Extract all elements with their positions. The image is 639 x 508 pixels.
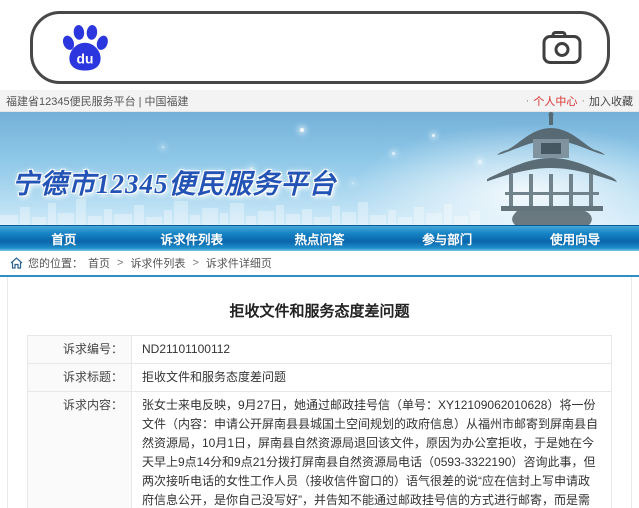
baidu-paw-icon: du	[59, 22, 111, 74]
banner: 宁德市12345便民服务平台	[0, 112, 639, 225]
row-request-title: 诉求标题： 拒收文件和服务态度差问题	[28, 364, 612, 392]
topbar: 福建省12345便民服务平台 | 中国福建 · 个人中心 · 加入收藏	[0, 90, 639, 112]
pavilion-icon	[487, 112, 617, 225]
nav-item-home[interactable]: 首页	[0, 226, 128, 251]
banner-title: 宁德市12345便民服务平台	[12, 162, 337, 201]
topbar-links: · 个人中心 · 加入收藏	[524, 93, 633, 109]
sparkle-icon	[300, 128, 304, 132]
search-input[interactable]	[111, 28, 541, 68]
field-label-request-title: 诉求标题：	[28, 364, 132, 392]
camera-icon[interactable]	[541, 30, 583, 66]
detail-table: 诉求编号： ND21101100112 诉求标题： 拒收文件和服务态度差问题 诉…	[27, 335, 612, 508]
field-label-request-content: 诉求内容：	[28, 392, 132, 508]
main-content: 拒收文件和服务态度差问题 诉求编号： ND21101100112 诉求标题： 拒…	[7, 277, 632, 508]
breadcrumb: 您的位置： 首页 > 诉求件列表 > 诉求件详细页	[0, 251, 639, 277]
breadcrumb-separator: >	[192, 257, 198, 269]
breadcrumb-link-request-list[interactable]: 诉求件列表	[130, 255, 185, 271]
nav-item-request-list[interactable]: 诉求件列表	[128, 226, 256, 251]
nav-item-hot-qa[interactable]: 热点问答	[256, 226, 384, 251]
row-request-number: 诉求编号： ND21101100112	[28, 336, 612, 364]
baidu-search-bar[interactable]: du	[30, 11, 610, 84]
field-label-request-number: 诉求编号：	[28, 336, 132, 364]
dot-separator: ·	[581, 95, 585, 107]
main-nav: 首页 诉求件列表 热点问答 参与部门 使用向导	[0, 225, 639, 251]
sparkle-icon	[392, 152, 395, 155]
field-value-request-content: 张女士来电反映，9月27日，她通过邮政挂号信（单号：XY121090620106…	[132, 392, 612, 508]
home-icon	[10, 257, 23, 269]
dot-separator: ·	[526, 95, 530, 107]
sparkle-icon	[162, 146, 164, 148]
sparkle-icon	[432, 134, 435, 137]
nav-item-departments[interactable]: 参与部门	[383, 226, 511, 251]
field-value-request-number: ND21101100112	[132, 336, 612, 364]
breadcrumb-link-home[interactable]: 首页	[88, 255, 110, 271]
breadcrumb-separator: >	[117, 257, 123, 269]
personal-center-link[interactable]: 个人中心	[533, 93, 577, 109]
field-value-request-title: 拒收文件和服务态度差问题	[132, 364, 612, 392]
nav-item-guide[interactable]: 使用向导	[511, 226, 639, 251]
sparkle-icon	[352, 182, 354, 184]
site-name-text: 福建省12345便民服务平台 | 中国福建	[6, 93, 189, 109]
page-title: 拒收文件和服务态度差问题	[8, 300, 631, 321]
breadcrumb-prefix: 您的位置：	[28, 255, 83, 271]
breadcrumb-current-page: 诉求件详细页	[206, 255, 272, 271]
sparkle-icon	[478, 160, 482, 164]
page: du 福建省12345便民服务平台 | 中国福建 · 个人中心 · 加入收藏	[0, 0, 639, 508]
svg-text:du: du	[77, 50, 94, 66]
search-section: du	[0, 0, 639, 90]
add-favorite-link[interactable]: 加入收藏	[589, 93, 633, 109]
row-request-content: 诉求内容： 张女士来电反映，9月27日，她通过邮政挂号信（单号：XY121090…	[28, 392, 612, 508]
